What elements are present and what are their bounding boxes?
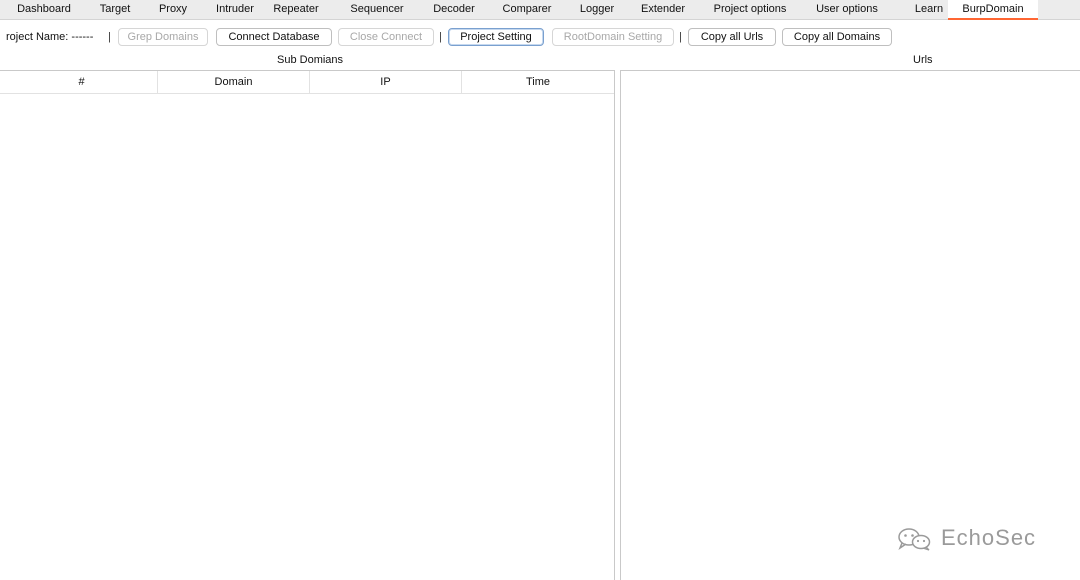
watermark-text: EchoSec (941, 525, 1037, 550)
tab-target[interactable]: Target (92, 0, 138, 19)
urls-title: Urls (913, 54, 933, 66)
copy-all-domains-button[interactable]: Copy all Domains (782, 28, 892, 46)
tab-decoder[interactable]: Decoder (424, 0, 484, 19)
tab-user-options[interactable]: User options (806, 0, 888, 19)
rootdomain-setting-button[interactable]: RootDomain Setting (552, 28, 674, 46)
project-name-label: roject Name: ------ (6, 31, 94, 43)
close-connect-button[interactable]: Close Connect (338, 28, 434, 46)
tab-dashboard[interactable]: Dashboard (8, 0, 80, 19)
tab-sequencer[interactable]: Sequencer (338, 0, 416, 19)
tab-comparer[interactable]: Comparer (492, 0, 562, 19)
column-header-time[interactable]: Time (462, 71, 614, 93)
urls-list[interactable] (620, 70, 1080, 580)
grep-domains-button[interactable]: Grep Domains (118, 28, 208, 46)
tab-repeater[interactable]: Repeater (262, 0, 330, 19)
toolbar: roject Name: ------ | Grep Domains Conne… (0, 26, 1080, 48)
tab-burpdomain[interactable]: BurpDomain (948, 0, 1038, 20)
toolbar-separator: | (108, 31, 111, 43)
connect-database-button[interactable]: Connect Database (216, 28, 332, 46)
subdomains-table[interactable]: # Domain IP Time (0, 70, 615, 580)
toolbar-separator: | (679, 31, 682, 43)
wechat-icon (898, 528, 931, 551)
column-header-ip[interactable]: IP (310, 71, 462, 93)
copy-all-urls-button[interactable]: Copy all Urls (688, 28, 776, 46)
tab-extender[interactable]: Extender (632, 0, 694, 19)
tab-logger[interactable]: Logger (570, 0, 624, 19)
tab-proxy[interactable]: Proxy (152, 0, 194, 19)
tab-intruder[interactable]: Intruder (208, 0, 262, 19)
table-header: # Domain IP Time (0, 71, 614, 94)
column-header-domain[interactable]: Domain (158, 71, 310, 93)
project-setting-button[interactable]: Project Setting (448, 28, 544, 46)
subdomains-title: Sub Domians (277, 54, 344, 66)
toolbar-separator: | (439, 31, 442, 43)
tab-bar: Dashboard Target Proxy Intruder Repeater… (0, 0, 1080, 20)
column-header-index[interactable]: # (6, 71, 158, 93)
tab-learn[interactable]: Learn (906, 0, 952, 19)
tab-project-options[interactable]: Project options (702, 0, 798, 19)
